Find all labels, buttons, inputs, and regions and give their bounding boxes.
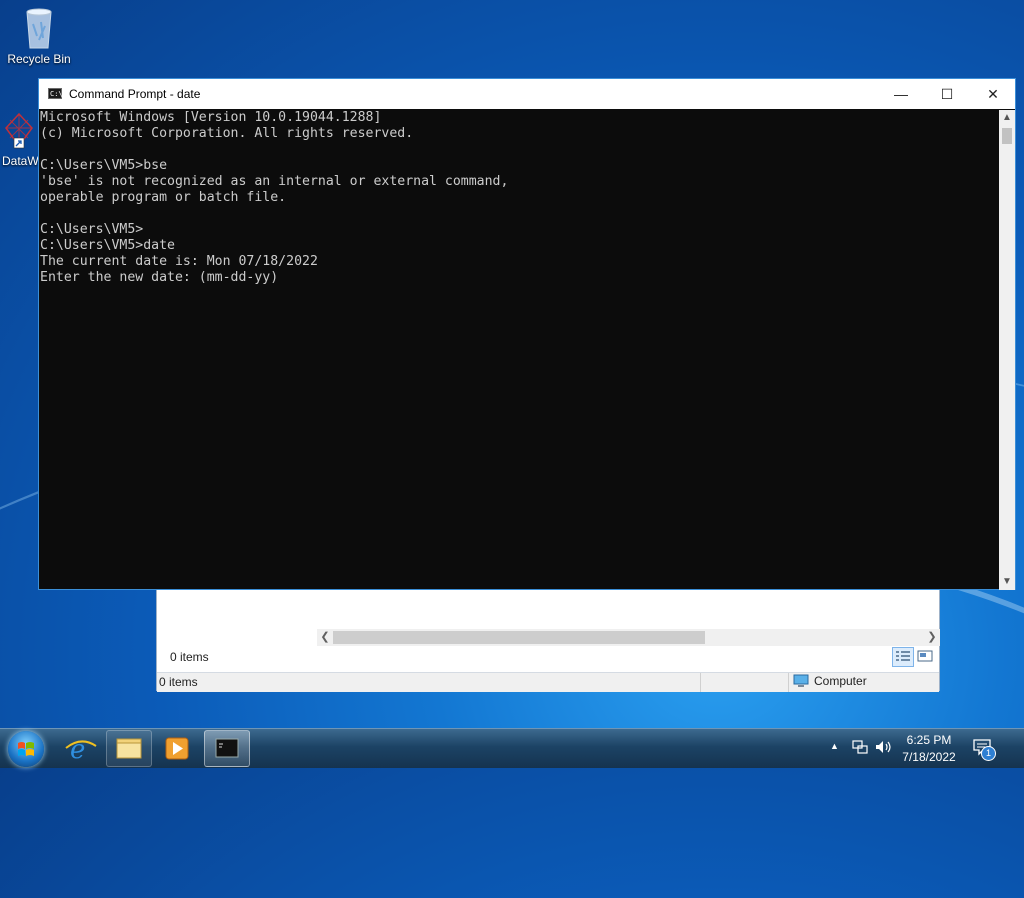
command-prompt-icon[interactable]: C:\: [48, 88, 63, 99]
status-items: 0 items: [159, 675, 198, 689]
taskbar-command-prompt[interactable]: [204, 730, 250, 767]
clock-date: 7/18/2022: [902, 750, 956, 764]
show-hidden-icons-button[interactable]: ▲: [830, 741, 839, 751]
clock[interactable]: 6:25 PM 7/18/2022: [896, 732, 962, 766]
minimize-button[interactable]: —: [878, 79, 924, 109]
large-icons-view-icon[interactable]: [915, 647, 937, 667]
console-line: C:\Users\VM5>date: [40, 238, 175, 253]
scroll-left-icon[interactable]: ❮: [317, 629, 333, 646]
taskbar-internet-explorer[interactable]: e: [58, 730, 104, 767]
clock-time: 6:25 PM: [906, 733, 952, 747]
console-line: Microsoft Windows [Version 10.0.19044.12…: [40, 110, 382, 125]
internet-explorer-icon: e: [65, 735, 97, 765]
console-line: (c) Microsoft Corporation. All rights re…: [40, 126, 414, 141]
dataw-app-icon: [2, 112, 36, 152]
explorer-window: ❮ ❯ 0 items 0 items Computer: [156, 585, 940, 692]
status-divider: [788, 673, 789, 692]
console-line: C:\Users\VM5>: [40, 222, 144, 237]
recycle-bin-icon: [23, 6, 55, 50]
scroll-right-icon[interactable]: ❯: [924, 629, 940, 646]
action-center-icon[interactable]: 1: [972, 737, 996, 761]
network-icon[interactable]: [851, 738, 869, 759]
console-line: C:\Users\VM5>bse: [40, 158, 168, 173]
desktop-icon-recycle-bin[interactable]: Recycle Bin: [6, 6, 72, 66]
command-prompt-icon: [215, 738, 239, 758]
computer-icon: [793, 674, 809, 687]
start-button[interactable]: [8, 731, 44, 767]
media-player-icon: [165, 737, 189, 760]
desktop-icon-label: Recycle Bin: [7, 52, 71, 66]
console-line: 'bse' is not recognized as an internal o…: [40, 174, 509, 189]
status-bar: 0 items Computer: [157, 672, 939, 692]
maximize-button[interactable]: ☐: [924, 79, 970, 109]
status-location-label: Computer: [814, 674, 867, 688]
command-prompt-window[interactable]: C:\ Command Prompt - date — ☐ ✕ Microsof…: [38, 78, 1016, 590]
status-location: Computer: [793, 674, 867, 688]
close-button[interactable]: ✕: [970, 79, 1016, 109]
title-bar[interactable]: C:\ Command Prompt - date — ☐ ✕: [39, 79, 1015, 109]
windows-logo-icon: [18, 742, 34, 756]
console-line: Enter the new date: (mm-dd-yy): [40, 270, 279, 285]
window-title: Command Prompt - date: [69, 87, 201, 101]
volume-icon[interactable]: [874, 738, 894, 759]
console-line: operable program or batch file.: [40, 190, 287, 205]
taskbar-media-player[interactable]: [154, 730, 200, 767]
console-line: The current date is: Mon 07/18/2022: [40, 254, 318, 269]
scrollbar-thumb[interactable]: [1002, 128, 1012, 144]
taskbar-file-explorer[interactable]: [106, 730, 152, 767]
file-explorer-icon: [116, 738, 142, 759]
status-divider: [700, 673, 701, 692]
console-output[interactable]: Microsoft Windows [Version 10.0.19044.12…: [39, 110, 999, 590]
vertical-scrollbar[interactable]: ▲ ▼: [999, 110, 1015, 590]
items-count: 0 items: [170, 650, 209, 664]
taskbar: e ▲ 6:25 PM 7/18/2022 1: [0, 728, 1024, 768]
scroll-down-icon[interactable]: ▼: [999, 574, 1015, 590]
svg-text:e: e: [70, 735, 85, 765]
scrollbar-thumb[interactable]: [333, 631, 705, 644]
details-view-icon[interactable]: [892, 647, 914, 667]
notification-badge: 1: [981, 746, 996, 761]
horizontal-scrollbar[interactable]: ❮ ❯: [317, 629, 940, 646]
scroll-up-icon[interactable]: ▲: [999, 110, 1015, 126]
